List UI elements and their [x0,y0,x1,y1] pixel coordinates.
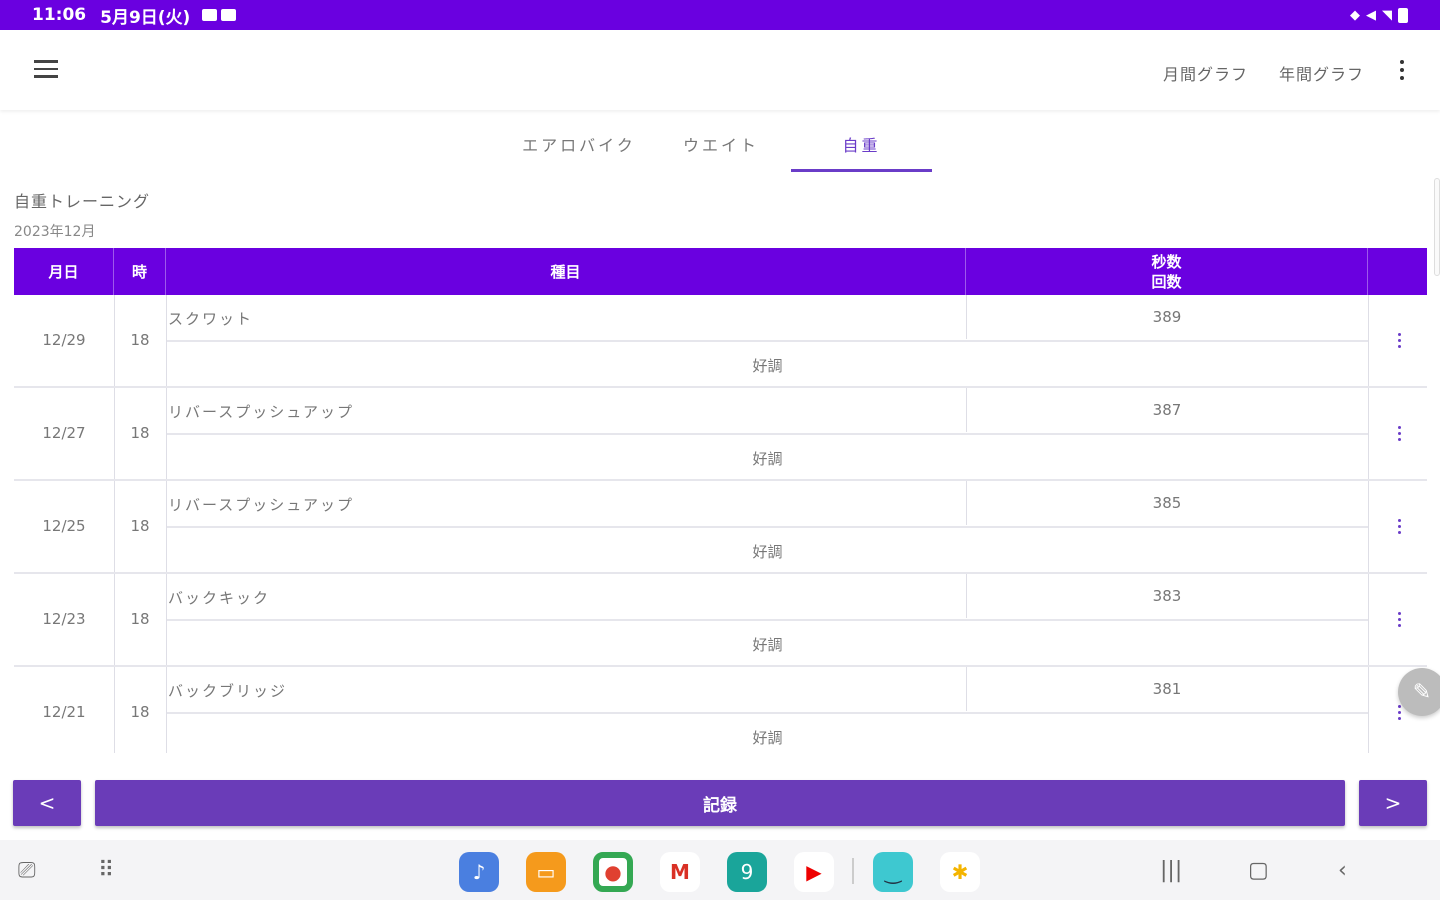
header-count-reps: 回数 [1151,272,1182,291]
row-item: リバースプッシュアップ [168,403,354,421]
row-hour: 18 [130,703,150,721]
header-actions [1368,248,1427,295]
signal-icon: ◀ [1366,7,1376,23]
row-item: スクワット [168,310,254,328]
youtube-icon[interactable]: ▶ [794,852,834,892]
section-title: 自重トレーニング [14,192,151,211]
edit-fab-icon[interactable]: ✎ [1398,668,1440,716]
photos-icon[interactable]: ✱ [940,852,980,892]
row-count: 383 [1152,587,1182,605]
row-more-icon[interactable] [1394,612,1404,630]
row-hour: 18 [130,517,150,535]
row-item: リバースプッシュアップ [168,496,354,514]
table-row[interactable]: 12/27 18 リバースプッシュアップ 387 好調 [14,388,1427,481]
gmail-icon[interactable]: M [660,852,700,892]
record-button[interactable]: 記録 [95,780,1345,826]
row-count: 381 [1152,680,1182,698]
chrome-icon[interactable]: ● [593,852,633,892]
table-row[interactable]: 12/29 18 スクワット 389 好調 [14,295,1427,388]
tab-weight[interactable]: ウエイト [650,132,792,156]
status-time: 11:06 [32,5,87,25]
music-icon[interactable]: ♪ [459,852,499,892]
header-date: 月日 [14,248,114,295]
status-date: 5月9日(火) [100,7,191,28]
scrollbar[interactable] [1434,178,1440,276]
row-hour: 18 [130,331,150,349]
row-date: 12/25 [42,517,86,535]
row-count: 387 [1152,401,1182,419]
tab-aerobike[interactable]: エアロバイク [508,132,650,156]
notification-icon [202,9,218,21]
recent-screen-icon[interactable]: ⎚ [18,858,36,883]
tab-indicator [791,169,932,172]
tab-bar: エアロバイク ウエイト 自重 [0,112,1440,174]
row-more-icon[interactable] [1394,426,1404,444]
yearly-graph-button[interactable]: 年間グラフ [1279,61,1364,85]
section-period: 2023年12月 [14,224,96,240]
row-hour: 18 [130,610,150,628]
notification-icon [221,9,237,21]
row-date: 12/23 [42,610,86,628]
tab-bodyweight[interactable]: 自重 [791,132,932,156]
row-date: 12/29 [42,331,86,349]
header-count: 秒数 回数 [966,248,1368,295]
system-icons: ◆ ◀ ◥ [1350,7,1408,23]
notification-icons [202,9,237,21]
prev-month-button[interactable]: < [13,780,81,826]
row-condition: 好調 [752,450,783,468]
files-icon[interactable]: ▭ [526,852,566,892]
navigation-bar: ⎚ ⠿ ♪ ▭ ● M 9 ▶ ‿ ✱ ||| ▢ ‹ [0,840,1440,900]
row-date: 12/27 [42,424,86,442]
back-button-icon[interactable]: ‹ [1338,858,1347,883]
dock-divider [852,858,854,884]
recents-button-icon[interactable]: ||| [1160,858,1182,883]
row-count: 385 [1152,494,1182,512]
amazon-icon[interactable]: ‿ [873,852,913,892]
status-bar: 11:06 5月9日(火) ◆ ◀ ◥ [0,0,1440,30]
row-more-icon[interactable] [1394,519,1404,537]
table-row[interactable]: 12/25 18 リバースプッシュアップ 385 好調 [14,481,1427,574]
row-more-icon[interactable] [1394,705,1404,723]
table-header: 月日 時 種目 秒数 回数 [14,248,1427,295]
training-table: 月日 時 種目 秒数 回数 12/29 18 スクワット 389 好調 12/2… [14,248,1427,753]
app-drawer-icon[interactable]: ⠿ [98,858,114,883]
row-item: バックキック [168,589,271,607]
calendar-icon[interactable]: 9 [727,852,767,892]
row-condition: 好調 [752,636,783,654]
volume-icon: ◆ [1350,7,1360,23]
table-row[interactable]: 12/21 18 バックブリッジ 381 好調 [14,667,1427,753]
row-more-icon[interactable] [1394,333,1404,351]
row-item: バックブリッジ [168,682,288,700]
home-button-icon[interactable]: ▢ [1248,858,1269,883]
hamburger-icon[interactable] [34,60,58,80]
header-count-seconds: 秒数 [1151,252,1182,271]
header-item: 種目 [166,248,966,295]
header-hour: 時 [114,248,166,295]
more-vert-icon[interactable] [1396,60,1408,84]
monthly-graph-button[interactable]: 月間グラフ [1163,61,1248,85]
wifi-icon: ◥ [1382,7,1392,23]
row-condition: 好調 [752,543,783,561]
row-count: 389 [1152,308,1182,326]
app-bar: 月間グラフ 年間グラフ [0,30,1440,110]
row-date: 12/21 [42,703,86,721]
row-condition: 好調 [752,729,783,747]
row-condition: 好調 [752,357,783,375]
next-month-button[interactable]: > [1359,780,1427,826]
row-hour: 18 [130,424,150,442]
battery-icon [1398,7,1408,23]
table-row[interactable]: 12/23 18 バックキック 383 好調 [14,574,1427,667]
